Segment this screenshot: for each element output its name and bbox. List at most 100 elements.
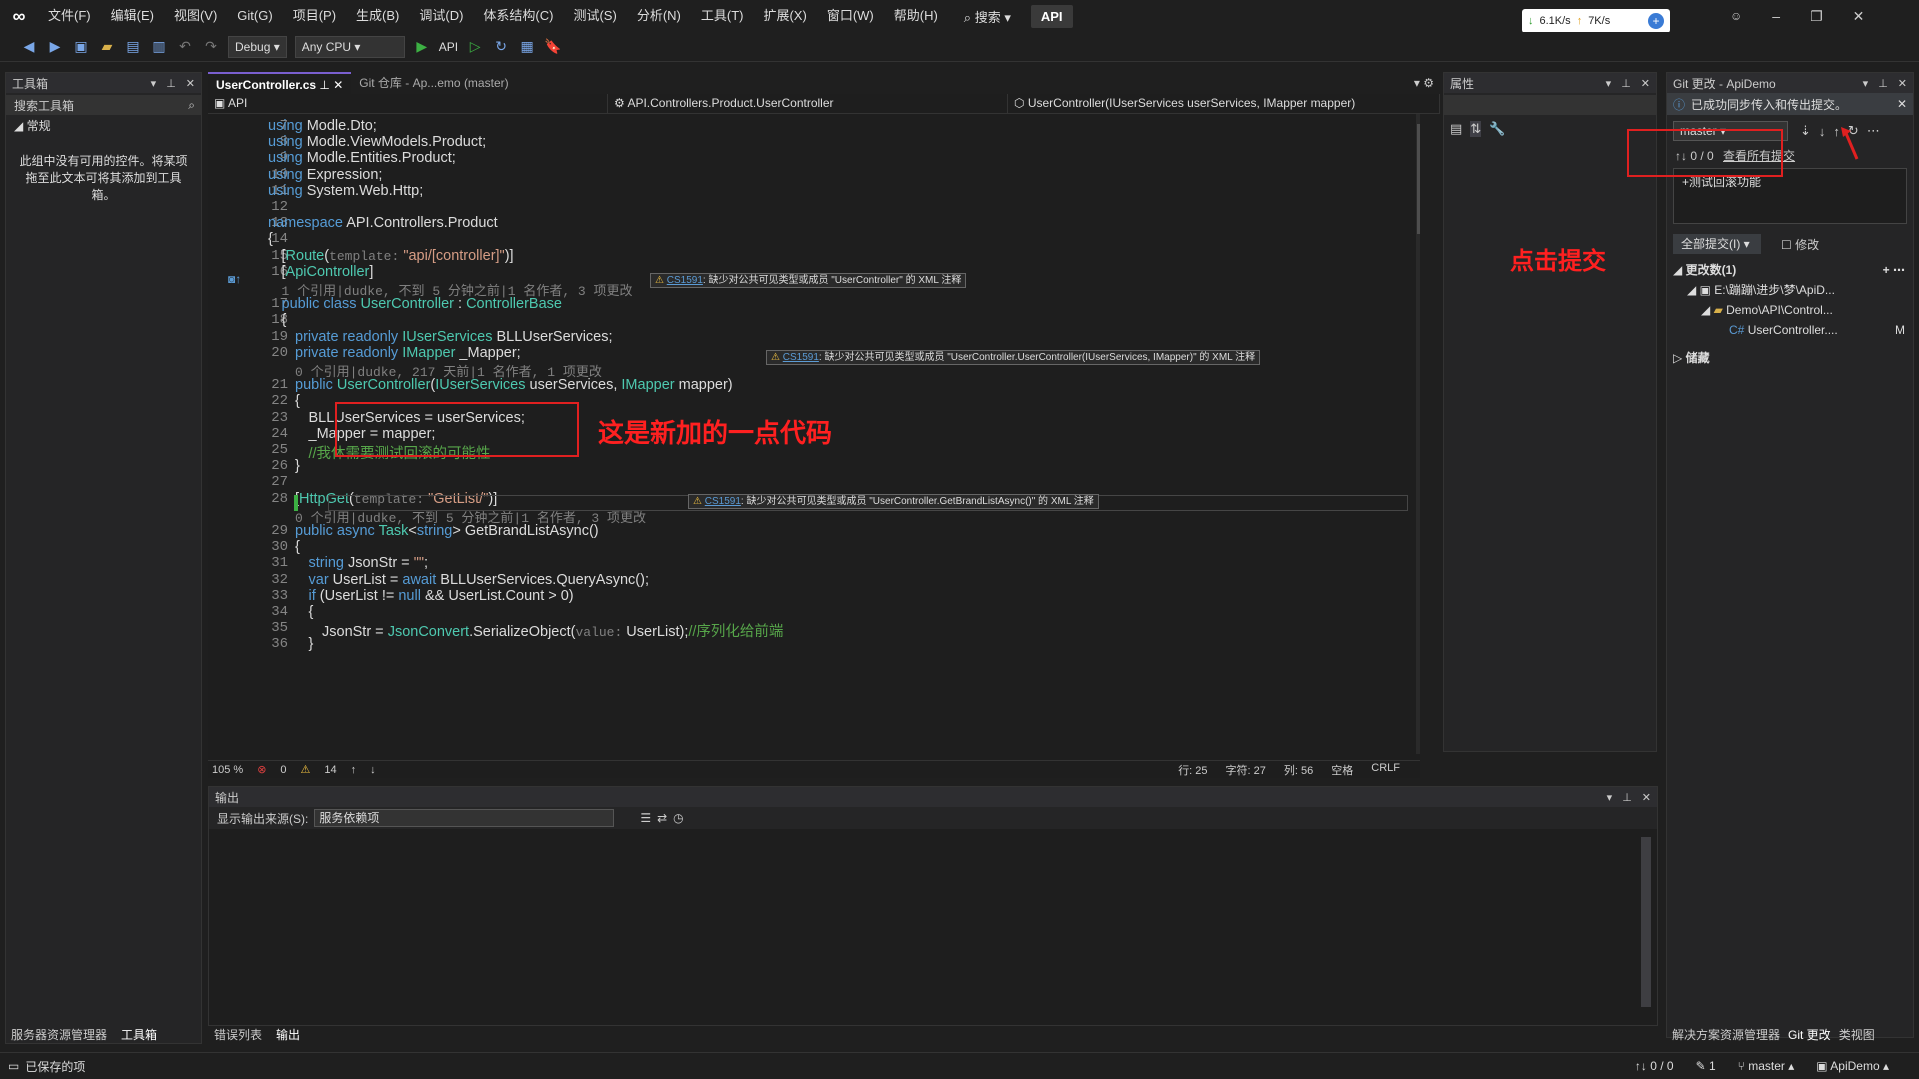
open-folder-icon[interactable]: ▰ xyxy=(98,38,116,55)
close-icon[interactable]: ✕ xyxy=(1641,77,1650,90)
search-box[interactable]: ⌕ 搜索 ▾ xyxy=(954,7,1021,26)
menu-build[interactable]: 生成(B) xyxy=(346,0,409,32)
toolbox-search[interactable]: 搜索工具箱 ⌕ xyxy=(6,95,201,115)
clear-output-icon[interactable]: ☰ xyxy=(640,811,651,825)
edits-status[interactable]: ✎ 1 xyxy=(1696,1059,1716,1073)
pin-icon[interactable]: ⊥ xyxy=(1622,791,1632,804)
browser-icon[interactable]: ▦ xyxy=(518,38,536,55)
restore-icon[interactable]: ❐ xyxy=(1810,8,1823,25)
run-icon[interactable]: ▶ xyxy=(413,38,431,55)
error-count[interactable]: 0 xyxy=(280,764,286,776)
tab-error-list[interactable]: 错误列表 xyxy=(214,1026,262,1044)
repo-status[interactable]: ▣ ApiDemo ▴ xyxy=(1816,1059,1889,1073)
warning-code[interactable]: CS1591 xyxy=(783,352,819,363)
warning-cs1591-class[interactable]: ⚠ CS1591: 缺少对公共可见类型或成员 "UserController" … xyxy=(650,273,967,288)
refresh-icon[interactable]: ↻ xyxy=(492,38,510,55)
run-target[interactable]: API xyxy=(439,40,458,54)
close-icon[interactable]: ✕ xyxy=(1898,77,1907,90)
menu-extensions[interactable]: 扩展(X) xyxy=(753,0,816,32)
sync-status[interactable]: ↑↓ 0 / 0 xyxy=(1635,1059,1674,1073)
dropdown-icon[interactable]: ▾ xyxy=(1607,791,1613,804)
toolbox-group[interactable]: ◢ 常规 xyxy=(6,117,201,135)
tab-overflow-icon[interactable]: ▾ ⚙ xyxy=(1414,76,1440,90)
menu-project[interactable]: 项目(P) xyxy=(283,0,346,32)
tab-git-repo[interactable]: Git 仓库 - Ap...emo (master) xyxy=(351,72,516,94)
menu-file[interactable]: 文件(F) xyxy=(38,0,101,32)
word-wrap-icon[interactable]: ⇄ xyxy=(657,811,667,825)
categorized-icon[interactable]: ▤ xyxy=(1450,121,1462,137)
menu-git[interactable]: Git(G) xyxy=(227,0,282,32)
forward-icon[interactable]: ▶ xyxy=(46,38,64,55)
bookmark-icon[interactable]: 🔖 xyxy=(544,38,562,55)
commit-all-button[interactable]: 全部提交(I) ▾ xyxy=(1673,234,1761,254)
save-icon[interactable]: ▤ xyxy=(124,38,142,55)
zoom-level[interactable]: 105 % xyxy=(212,764,243,776)
warning-code[interactable]: CS1591 xyxy=(667,275,703,286)
pull-icon[interactable]: ↓ xyxy=(1819,124,1826,139)
menu-help[interactable]: 帮助(H) xyxy=(884,0,948,32)
nav-project[interactable]: ▣ API xyxy=(208,94,608,113)
wrench-icon[interactable]: 🔧 xyxy=(1489,121,1505,137)
dropdown-icon[interactable]: ▾ xyxy=(1606,77,1612,90)
pin-icon[interactable]: ⊥ xyxy=(166,77,176,90)
close-icon[interactable]: ✕ xyxy=(1897,97,1913,111)
stashes-header[interactable]: ▷ 储藏 xyxy=(1673,348,1913,368)
tab-usercontroller[interactable]: UserController.cs ⊥ ✕ xyxy=(208,72,352,94)
close-icon[interactable]: ✕ xyxy=(1642,791,1651,804)
menu-edit[interactable]: 编辑(E) xyxy=(101,0,164,32)
pin-icon[interactable]: ⊥ xyxy=(1621,77,1631,90)
platform-select[interactable]: Any CPU ▾ xyxy=(294,35,405,58)
tab-git-changes[interactable]: Git 更改 xyxy=(1788,1026,1831,1044)
more-icon[interactable]: ⋯ xyxy=(1867,123,1880,139)
tab-toolbox[interactable]: 工具箱 xyxy=(121,1026,157,1044)
pin-icon[interactable]: ⊥ xyxy=(1878,77,1888,90)
redo-icon[interactable]: ↷ xyxy=(202,38,220,55)
clock-icon[interactable]: ◷ xyxy=(673,811,683,825)
menu-analyze[interactable]: 分析(N) xyxy=(627,0,691,32)
new-project-icon[interactable]: ▣ xyxy=(72,38,90,55)
plus-icon[interactable]: + xyxy=(1648,13,1664,29)
prev-issue-icon[interactable]: ↑ xyxy=(351,764,357,776)
next-issue-icon[interactable]: ↓ xyxy=(370,764,376,776)
menu-architecture[interactable]: 体系结构(C) xyxy=(473,0,563,32)
minimize-icon[interactable]: – xyxy=(1772,8,1780,24)
close-icon[interactable]: ✕ xyxy=(333,78,343,92)
output-scrollbar[interactable] xyxy=(1641,837,1651,1007)
menu-debug[interactable]: 调试(D) xyxy=(409,0,473,32)
warning-cs1591-ctor[interactable]: ⚠ CS1591: 缺少对公共可见类型或成员 "UserController.U… xyxy=(766,350,1261,365)
warning-code[interactable]: CS1591 xyxy=(705,496,741,507)
code-editor[interactable]: 7 using Modle.Dto; 8 using Modle.ViewModels… xyxy=(208,114,1420,760)
tab-server-explorer[interactable]: 服务器资源管理器 xyxy=(11,1026,107,1044)
menu-window[interactable]: 窗口(W) xyxy=(817,0,884,32)
branch-status[interactable]: ⑂ master ▴ xyxy=(1738,1059,1795,1073)
configuration-select[interactable]: Debug ▾ xyxy=(228,35,287,58)
changes-folder[interactable]: ◢ ▰ Demo\API\Control... xyxy=(1673,300,1913,320)
save-all-icon[interactable]: ▥ xyxy=(150,38,168,55)
menu-test[interactable]: 测试(S) xyxy=(563,0,626,32)
menu-tools[interactable]: 工具(T) xyxy=(691,0,754,32)
tab-class-view[interactable]: 类视图 xyxy=(1839,1026,1875,1044)
close-icon[interactable]: ✕ xyxy=(1853,8,1865,25)
indent-indicator[interactable]: 空格 xyxy=(1331,762,1353,778)
undo-icon[interactable]: ↶ xyxy=(176,38,194,55)
alphabetical-icon[interactable]: ⇅ xyxy=(1470,121,1482,137)
warning-count[interactable]: 14 xyxy=(324,764,336,776)
add-icon[interactable]: + ⋯ xyxy=(1883,260,1913,280)
amend-checkbox[interactable]: ☐ 修改 xyxy=(1781,236,1819,253)
menu-view[interactable]: 视图(V) xyxy=(164,0,227,32)
fetch-icon[interactable]: ⇣ xyxy=(1800,123,1811,139)
editor-scroll-thumb[interactable] xyxy=(1417,124,1420,234)
close-icon[interactable]: ✕ xyxy=(186,77,195,90)
pin-icon[interactable]: ⊥ xyxy=(319,78,329,92)
changed-file[interactable]: C# UserController.... M xyxy=(1673,320,1913,340)
account-icon[interactable]: ☺ xyxy=(1730,9,1742,23)
tab-solution-explorer[interactable]: 解决方案资源管理器 xyxy=(1672,1026,1780,1044)
warning-cs1591-method[interactable]: ⚠ CS1591: 缺少对公共可见类型或成员 "UserController.G… xyxy=(688,494,1099,509)
run-without-debug-icon[interactable]: ▷ xyxy=(466,38,484,55)
back-icon[interactable]: ◀ xyxy=(20,38,38,55)
quick-action-icon[interactable]: ◙↑ xyxy=(228,272,241,286)
properties-object-select[interactable] xyxy=(1444,95,1656,115)
dropdown-icon[interactable]: ▾ xyxy=(151,77,157,90)
nav-class[interactable]: ⚙ API.Controllers.Product.UserController xyxy=(608,94,1008,113)
dropdown-icon[interactable]: ▾ xyxy=(1863,77,1869,90)
